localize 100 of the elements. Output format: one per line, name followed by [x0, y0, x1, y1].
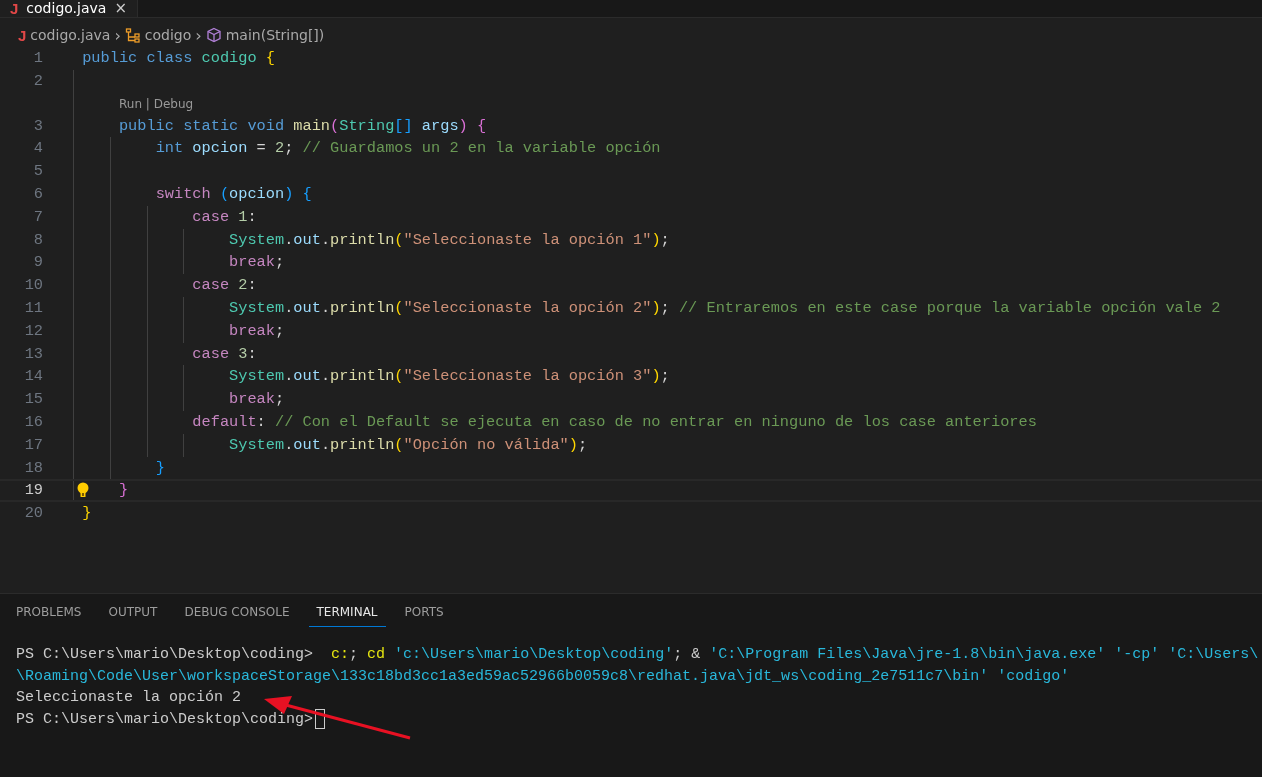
- code-text: .: [320, 298, 331, 317]
- code-text: ;: [660, 298, 671, 317]
- close-tab-button[interactable]: ×: [114, 1, 127, 16]
- identifier: out: [293, 230, 321, 249]
- path-text: 'C:\Program Files\Java\jre-1.8\bin\java.exe' '-cp' 'C:\Users\: [709, 645, 1259, 665]
- breadcrumb-item[interactable]: J codigo.java: [18, 27, 111, 43]
- type-name: System: [229, 230, 285, 249]
- function-name: main: [293, 116, 331, 135]
- line-number: 13: [24, 343, 43, 365]
- keyword: break: [229, 390, 275, 409]
- line-number: 1: [33, 48, 43, 69]
- keyword: case: [192, 276, 231, 295]
- panel-tab[interactable]: PORTS: [396, 597, 452, 627]
- bracket: ): [651, 298, 661, 317]
- panel-tab[interactable]: PROBLEMS: [8, 597, 90, 627]
- keyword: public static void: [118, 116, 286, 135]
- class-icon: [124, 27, 141, 43]
- line-number: 8: [33, 229, 43, 251]
- path-text: 'c:\Users\mario\Desktop\coding': [394, 645, 674, 665]
- keyword: case: [192, 344, 231, 363]
- function-name: println: [330, 230, 395, 249]
- code-text: :: [247, 344, 257, 363]
- code-text: ;: [274, 321, 285, 340]
- command-text: c:: [331, 645, 350, 665]
- line-number: 9: [33, 252, 43, 274]
- line-number: 15: [24, 389, 43, 411]
- function-name: println: [330, 367, 395, 386]
- breadcrumb-item[interactable]: codigo: [124, 27, 192, 43]
- number-literal: 1: [238, 207, 248, 226]
- code-text: .: [284, 298, 294, 317]
- line-number: 20: [24, 503, 43, 525]
- function-name: println: [330, 298, 395, 317]
- function-name: println: [330, 435, 395, 454]
- panel-tab[interactable]: DEBUG CONSOLE: [176, 597, 298, 627]
- number-literal: 3: [238, 344, 248, 363]
- code-text: .: [320, 435, 331, 454]
- keyword: default: [192, 412, 257, 431]
- type-name: System: [229, 435, 285, 454]
- line-number: 7: [33, 206, 43, 228]
- panel-tab[interactable]: TERMINAL: [308, 597, 386, 627]
- identifier: out: [293, 435, 321, 454]
- line-number: 16: [24, 411, 43, 433]
- code-text: PS C:\Users\mario\Desktop\coding>: [16, 709, 314, 730]
- code-comment: // Con el Default se ejecuta en caso de no entrar en ninguno de los case anteriores: [274, 412, 1037, 431]
- identifier: opcion: [192, 139, 248, 158]
- line-number: 6: [33, 184, 43, 205]
- type-name: System: [229, 367, 285, 386]
- string-literal: "Opción no válida": [403, 435, 569, 454]
- identifier: args: [420, 116, 459, 135]
- path-text: \Roaming\Code\User\workspaceStorage\133c18bd3cc1a3ed59ac52966b0059c8\redhat.java\jdt_ws\coding_2e7511c7\bin' 'codigo': [16, 666, 1070, 687]
- bracket: {: [265, 49, 275, 67]
- line-number: 4: [33, 138, 43, 160]
- keyword: public class: [82, 49, 194, 67]
- bracket: }: [118, 481, 129, 500]
- bracket: ) {: [284, 185, 312, 203]
- identifier: out: [293, 367, 321, 386]
- code-text: .: [320, 367, 331, 386]
- line-number: 10: [24, 275, 43, 297]
- keyword: case: [192, 207, 231, 226]
- panel-tab[interactable]: OUTPUT: [100, 597, 166, 627]
- java-file-icon: J: [18, 27, 27, 43]
- debug-link[interactable]: Debug: [153, 96, 194, 111]
- code-text: ; &: [673, 645, 702, 665]
- type-name: String: [339, 116, 395, 135]
- code-text: .: [284, 367, 294, 386]
- cube-icon: [205, 27, 222, 43]
- bracket: (: [394, 230, 404, 249]
- code-comment: // Guardamos un 2 en la variable opción: [302, 139, 661, 158]
- type-name: System: [229, 298, 285, 317]
- code-text: ;: [349, 645, 360, 665]
- bracket: }: [155, 458, 165, 477]
- code-text: ;: [660, 230, 670, 249]
- code-text: :: [256, 412, 267, 431]
- run-link[interactable]: Run: [119, 96, 142, 111]
- bracket: []: [394, 116, 413, 135]
- bracket: }: [82, 504, 92, 523]
- bracket: ): [568, 435, 578, 454]
- number-literal: 2: [238, 276, 248, 295]
- line-number: 14: [24, 366, 43, 388]
- bracket: (: [219, 185, 230, 203]
- code-text: :: [247, 207, 257, 226]
- breadcrumb-item[interactable]: main(String[]): [205, 27, 325, 43]
- bracket: (: [394, 298, 404, 317]
- line-number: 17: [24, 434, 43, 456]
- code-lens-separator: |: [145, 96, 150, 111]
- code-comment: // Entraremos en este case porque la variable opción vale 2: [678, 298, 1221, 317]
- line-number: 3: [33, 115, 43, 137]
- keyword: switch: [155, 185, 212, 203]
- code-text: PS C:\Users\mario\Desktop\coding>: [16, 645, 315, 665]
- line-number: 5: [33, 161, 43, 183]
- breadcrumb-separator: ›: [114, 25, 121, 45]
- bracket: ): [651, 230, 661, 249]
- lightbulb-icon[interactable]: [76, 482, 90, 500]
- code-text: .: [284, 230, 294, 249]
- bracket: (: [394, 367, 404, 386]
- command-text: cd: [367, 645, 387, 665]
- editor-tab[interactable]: J codigo.java ×: [0, 0, 138, 17]
- code-text: ;: [660, 367, 670, 386]
- breadcrumb-separator: ›: [195, 25, 202, 45]
- type-name: codigo: [201, 49, 258, 67]
